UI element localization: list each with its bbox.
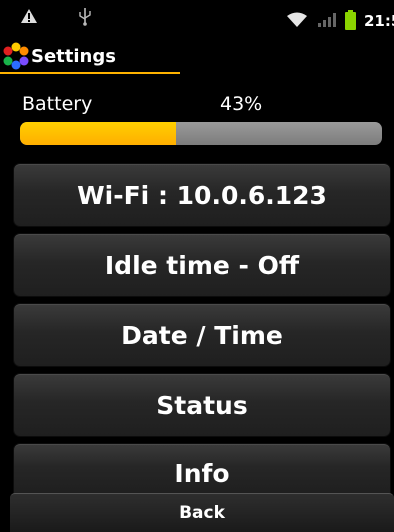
battery-icon — [345, 10, 356, 30]
settings-logo-icon — [3, 42, 29, 70]
status-time: 21:55 — [364, 12, 394, 30]
warning-icon — [21, 9, 37, 23]
page-title: Settings — [31, 46, 116, 67]
signal-icon — [318, 13, 336, 27]
usb-icon — [79, 8, 91, 26]
idle-time-button[interactable]: Idle time - Off — [14, 234, 390, 296]
info-button[interactable]: Info — [14, 444, 390, 494]
date-time-button[interactable]: Date / Time — [14, 304, 390, 366]
back-button[interactable]: Back — [10, 493, 394, 532]
battery-progress-bar — [20, 122, 382, 145]
battery-progress-fill — [20, 122, 176, 145]
title-bar: Settings — [0, 38, 394, 74]
wifi-button[interactable]: Wi-Fi : 10.0.6.123 — [14, 164, 390, 226]
title-underline — [0, 72, 180, 74]
wifi-icon — [287, 12, 307, 27]
status-bar: 21:55 — [0, 0, 394, 38]
status-button[interactable]: Status — [14, 374, 390, 436]
battery-label: Battery — [22, 93, 93, 115]
battery-percent: 43% — [220, 93, 263, 115]
